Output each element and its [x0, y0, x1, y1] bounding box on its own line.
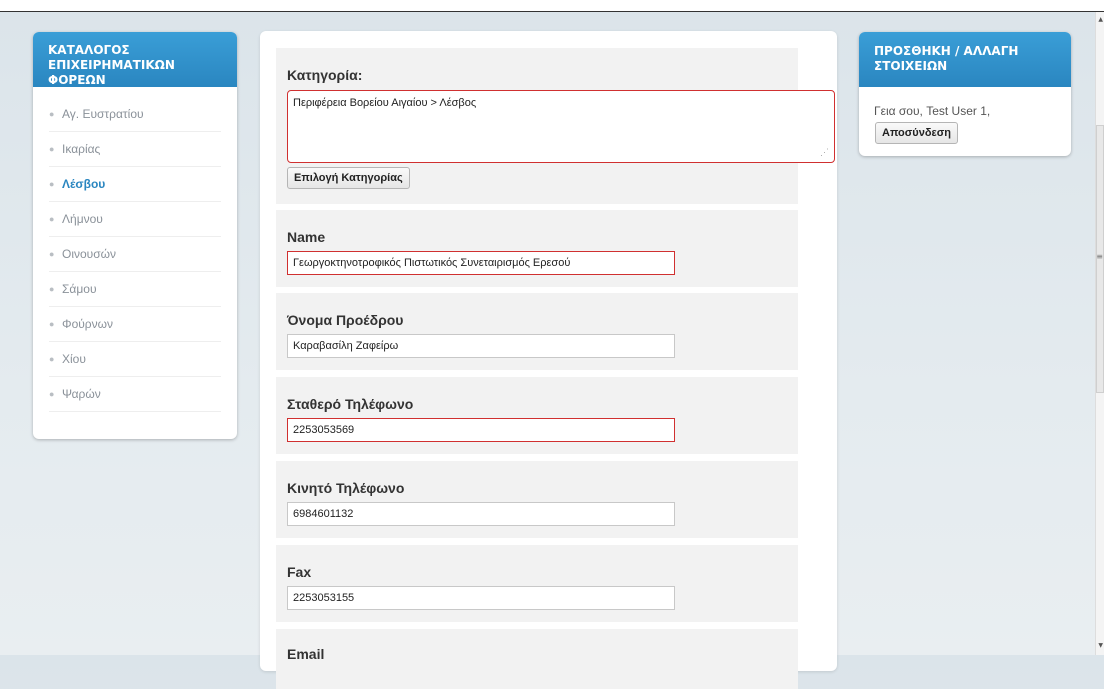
region-item-samou[interactable]: ● Σάμου: [49, 272, 221, 307]
scroll-up-icon[interactable]: ▲: [1098, 16, 1103, 23]
category-textarea[interactable]: Περιφέρεια Βορείου Αιγαίου > Λέσβος ⋰: [287, 90, 835, 163]
email-label: Email: [287, 646, 325, 662]
region-item-fournon[interactable]: ● Φούρνων: [49, 307, 221, 342]
president-input[interactable]: Καραβασίλη Ζαφείρω: [287, 334, 675, 358]
landline-label: Σταθερό Τηλέφωνο: [287, 396, 414, 412]
bullet-icon: ●: [49, 144, 55, 154]
category-value: Περιφέρεια Βορείου Αιγαίου > Λέσβος: [293, 97, 477, 109]
fax-input[interactable]: 2253053155: [287, 586, 675, 610]
region-item-oinouson[interactable]: ● Οινουσών: [49, 237, 221, 272]
top-bar: [0, 0, 1104, 12]
scroll-grip-icon: ≡: [1096, 252, 1103, 261]
logout-button[interactable]: Αποσύνδεση: [875, 122, 958, 144]
directory-panel-title: ΚΑΤΑΛΟΓΟΣ ΕΠΙΧΕΙΡΗΜΑΤΙΚΩΝ ΦΟΡΕΩΝ: [33, 32, 237, 87]
region-item-label: Χίου: [62, 352, 86, 366]
region-item-label: Αγ. Ευστρατίου: [62, 107, 144, 121]
region-item-label: Σάμου: [62, 282, 97, 296]
region-item-label: Λήμνου: [62, 212, 103, 226]
region-item-label: Οινουσών: [62, 247, 117, 261]
bullet-icon: ●: [49, 179, 55, 189]
region-item-chiou[interactable]: ● Χίου: [49, 342, 221, 377]
category-section: Κατηγορία: Περιφέρεια Βορείου Αιγαίου > …: [276, 48, 835, 204]
account-panel: ΠΡΟΣΘΗΚΗ / ΑΛΛΑΓΗ ΣΤΟΙΧΕΙΩΝ Γεια σου, Te…: [859, 32, 1071, 156]
mobile-input[interactable]: 6984601132: [287, 502, 675, 526]
region-item-label: Λέσβου: [62, 177, 106, 191]
fax-section: Fax 2253053155: [276, 545, 798, 622]
bullet-icon: ●: [49, 389, 55, 399]
region-item-lesvou[interactable]: ● Λέσβου: [49, 167, 221, 202]
mobile-label: Κινητό Τηλέφωνο: [287, 480, 405, 496]
fax-label: Fax: [287, 564, 312, 580]
bullet-icon: ●: [49, 109, 55, 119]
entity-form: Κατηγορία: Περιφέρεια Βορείου Αιγαίου > …: [260, 31, 837, 689]
region-item-label: Ικαρίας: [62, 142, 101, 156]
scroll-down-icon[interactable]: ▼: [1098, 642, 1103, 649]
account-panel-title: ΠΡΟΣΘΗΚΗ / ΑΛΛΑΓΗ ΣΤΟΙΧΕΙΩΝ: [859, 32, 1071, 87]
name-label: Name: [287, 229, 326, 245]
directory-panel: ΚΑΤΑΛΟΓΟΣ ΕΠΙΧΕΙΡΗΜΑΤΙΚΩΝ ΦΟΡΕΩΝ ● Αγ. Ευ…: [33, 32, 237, 439]
bullet-icon: ●: [49, 284, 55, 294]
name-input[interactable]: Γεωργοκτηνοτροφικός Πιστωτικός Συνεταιρι…: [287, 251, 675, 275]
mobile-section: Κινητό Τηλέφωνο 6984601132: [276, 461, 798, 538]
resize-grip-icon[interactable]: ⋰: [820, 147, 829, 158]
bullet-icon: ●: [49, 319, 55, 329]
landline-input[interactable]: 2253053569: [287, 418, 675, 442]
region-list: ● Αγ. Ευστρατίου ● Ικαρίας ● Λέσβου ● Λήμνου…: [33, 87, 237, 412]
category-label: Κατηγορία:: [287, 67, 363, 83]
region-item-psaron[interactable]: ● Ψαρών: [49, 377, 221, 412]
bullet-icon: ●: [49, 354, 55, 364]
president-label: Όνομα Προέδρου: [287, 312, 404, 328]
region-item-ag-efstratiou[interactable]: ● Αγ. Ευστρατίου: [49, 97, 221, 132]
region-item-limnou[interactable]: ● Λήμνου: [49, 202, 221, 237]
greeting-text: Γεια σου, Test User 1,: [874, 104, 991, 118]
region-item-label: Φούρνων: [62, 317, 114, 331]
email-section: Email: [276, 629, 798, 689]
landline-section: Σταθερό Τηλέφωνο 2253053569: [276, 377, 798, 454]
bullet-icon: ●: [49, 214, 55, 224]
president-section: Όνομα Προέδρου Καραβασίλη Ζαφείρω: [276, 293, 798, 370]
region-item-label: Ψαρών: [62, 387, 101, 401]
region-item-ikarias[interactable]: ● Ικαρίας: [49, 132, 221, 167]
bullet-icon: ●: [49, 249, 55, 259]
select-category-button[interactable]: Επιλογή Κατηγορίας: [287, 167, 410, 189]
name-section: Name Γεωργοκτηνοτροφικός Πιστωτικός Συνε…: [276, 210, 798, 287]
